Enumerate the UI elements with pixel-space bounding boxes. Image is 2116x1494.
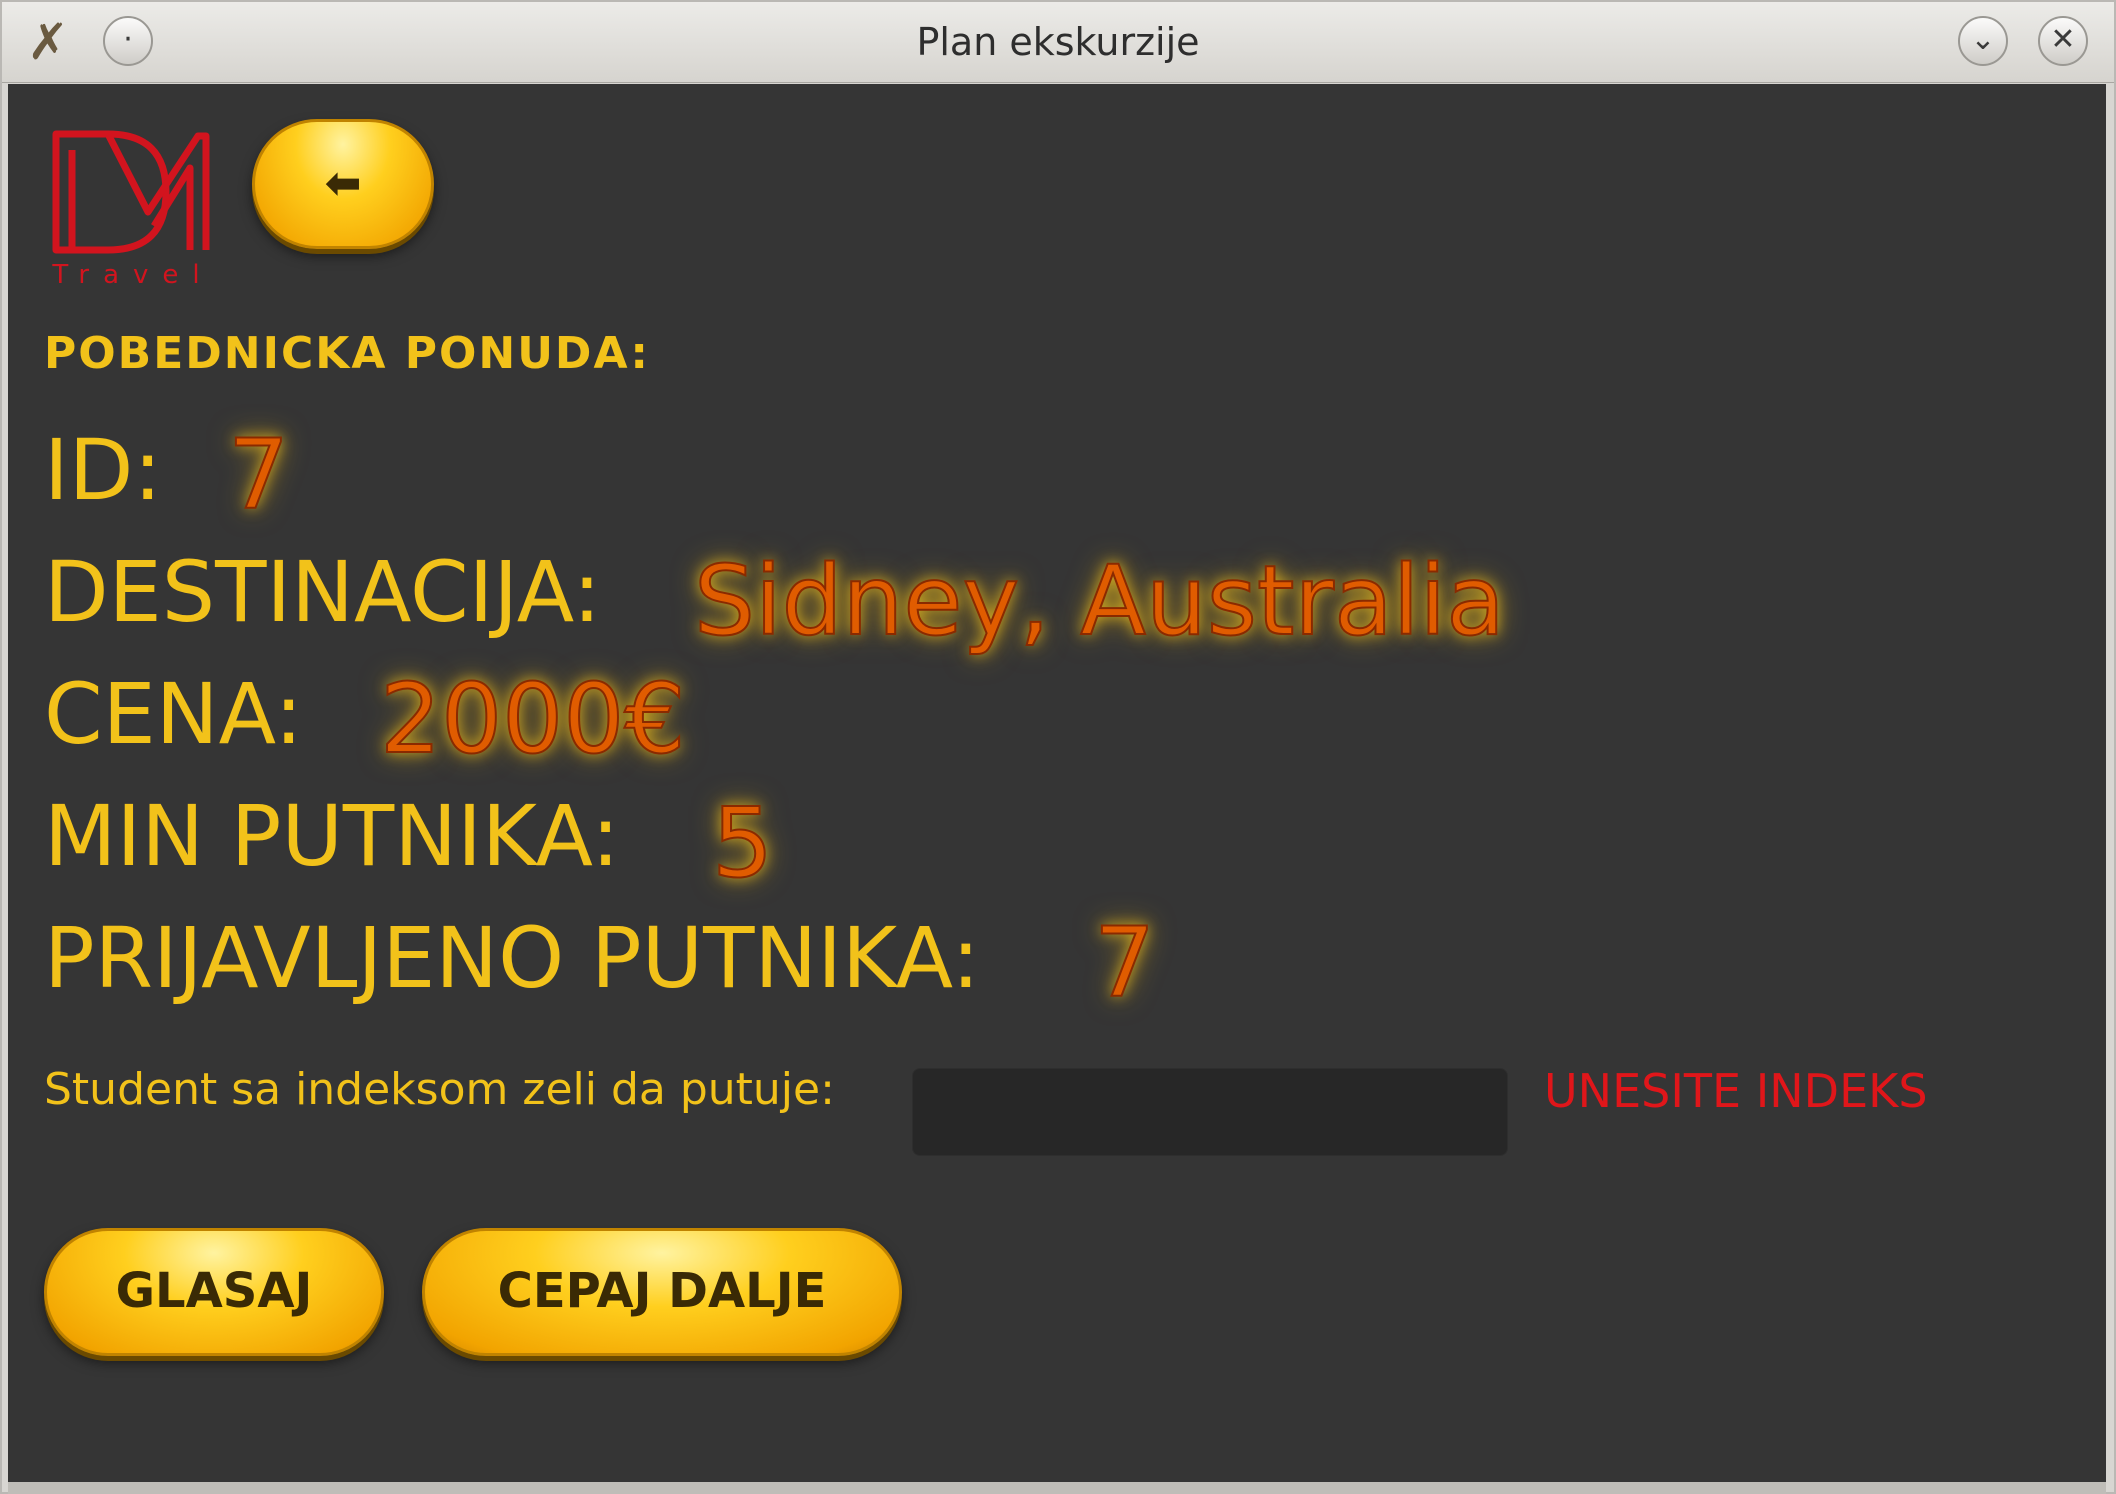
- price-label: CENA:: [44, 665, 303, 763]
- vote-button[interactable]: GLASAJ: [44, 1228, 384, 1356]
- student-index-input[interactable]: [912, 1068, 1508, 1156]
- title-bar: ✗ · Plan ekskurzije ⌄ ✕: [2, 2, 2114, 83]
- id-label: ID:: [44, 421, 162, 519]
- min-passengers-label: MIN PUTNIKA:: [44, 787, 620, 885]
- close-icon[interactable]: ✕: [2038, 16, 2088, 66]
- tear-further-button[interactable]: CEPAJ DALJE: [422, 1228, 902, 1356]
- registered-passengers-value: 7: [1093, 907, 1156, 1019]
- logo-wordmark: Travel: [52, 260, 214, 290]
- minimize-chevron-icon[interactable]: ⌄: [1958, 16, 2008, 66]
- student-index-prompt: Student sa indeksom zeli da putuje:: [44, 1064, 835, 1115]
- app-window: ✗ · Plan ekskurzije ⌄ ✕ Travel ⬅ POBEDNI…: [0, 0, 2116, 1494]
- winning-offer-heading: POBEDNICKA PONUDA:: [44, 328, 650, 379]
- registered-passengers-label: PRIJAVLJENO PUTNIKA:: [44, 909, 980, 1007]
- id-value: 7: [227, 419, 290, 531]
- min-passengers-value: 5: [711, 787, 774, 899]
- index-error-message: UNESITE INDEKS: [1544, 1064, 1928, 1118]
- window-bottom-border: [8, 1482, 2106, 1494]
- back-button[interactable]: ⬅: [252, 119, 434, 249]
- destination-value: Sidney, Australia: [693, 545, 1506, 657]
- window-title: Plan ekskurzije: [916, 20, 1200, 64]
- arrow-left-icon: ⬅: [324, 158, 362, 209]
- price-value: 2000€: [379, 663, 686, 775]
- destination-label: DESTINACIJA:: [44, 543, 601, 641]
